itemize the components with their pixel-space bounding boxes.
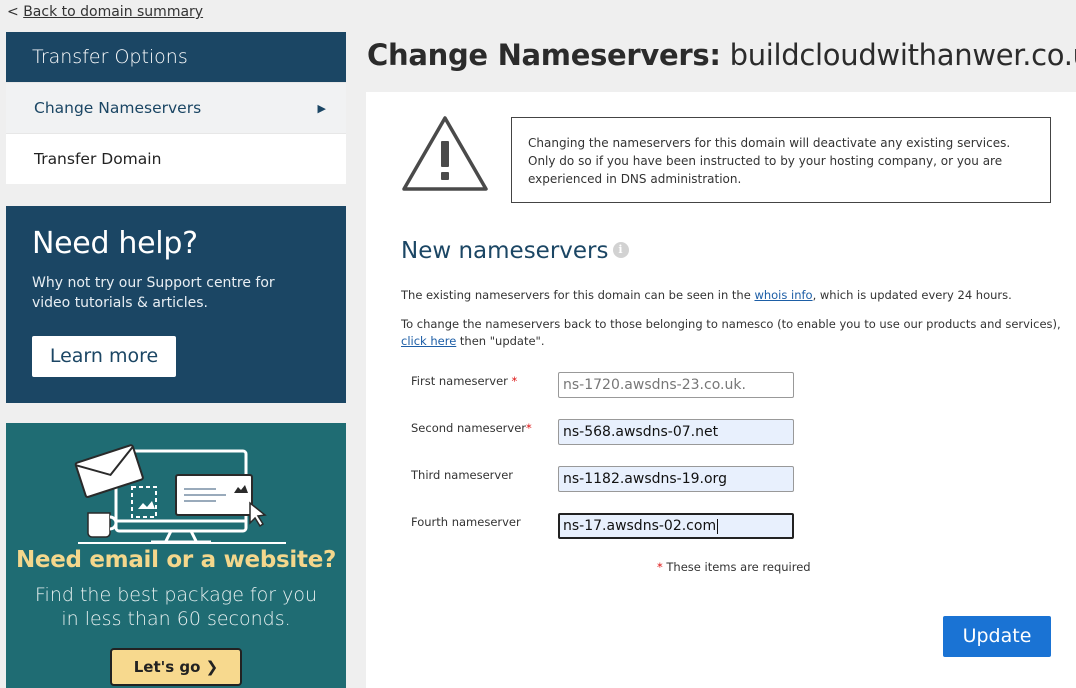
lets-go-label: Let's go [133,658,201,676]
back-link[interactable]: < Back to domain summary [7,4,203,20]
update-button[interactable]: Update [943,616,1051,657]
reset-before: To change the nameservers back to those … [401,317,1061,331]
sidebar-item-change-nameservers[interactable]: Change Nameservers ▶ [6,82,346,133]
third-nameserver-label: Third nameserver [411,468,514,482]
required-mark: * [657,560,663,574]
warning-message: Changing the nameservers for this domain… [511,117,1051,203]
promo-line-2: in less than 60 seconds. [61,608,291,630]
chevron-right-icon: ❯ [205,658,219,676]
fourth-nameserver-row: Fourth nameserver ns-17.awsdns-02.com [411,513,811,541]
learn-more-button[interactable]: Learn more [32,336,176,377]
sidebar-item-transfer-domain[interactable]: Transfer Domain [6,133,346,184]
nameservers-heading-text: New nameservers [401,238,609,264]
page-title-domain: buildcloudwithanwer.co.uk [729,38,1076,72]
second-nameserver-input[interactable]: ns-568.awsdns-07.net [558,419,794,445]
fourth-nameserver-label: Fourth nameserver [411,515,521,529]
lets-go-button[interactable]: Let's go ❯ [110,648,242,686]
whois-intro-text: The existing nameservers for this domain… [401,287,1061,304]
info-icon[interactable]: i [612,242,629,258]
required-mark: * [526,421,532,435]
help-text: Why not try our Support centre for video… [32,275,275,311]
promo-line-1: Find the best package for you [35,584,317,606]
promo-box: Need email or a website? Find the best p… [6,423,346,688]
third-nameserver-row: Third nameserver ns-1182.awsdns-19.org [411,466,811,494]
main-panel: Changing the nameservers for this domain… [366,92,1076,688]
fourth-nameserver-input[interactable]: ns-17.awsdns-02.com [558,513,794,539]
back-prefix: < [7,4,19,20]
second-nameserver-label: Second nameserver* [411,421,532,435]
triangle-right-icon: ▶ [317,102,326,115]
reset-after: then "update". [456,334,545,348]
computer-envelope-illustration [74,444,286,544]
intro-after: , which is updated every 24 hours. [812,288,1012,302]
sidebar-item-label: Transfer Domain [34,150,162,168]
warning-icon [402,116,488,191]
page-title-prefix: Change Nameservers: [367,38,721,72]
first-nameserver-label: First nameserver * [411,374,517,388]
reset-nameservers-text: To change the nameservers back to those … [401,316,1061,350]
required-note: * These items are required [657,560,811,574]
required-mark: * [511,374,518,388]
promo-subtitle: Find the best package for you in less th… [6,583,346,631]
nameservers-heading: New nameservers i [401,238,629,264]
second-nameserver-row: Second nameserver* ns-568.awsdns-07.net [411,419,811,447]
help-title: Need help? [32,226,198,261]
first-nameserver-input[interactable]: ns-1720.awsdns-23.co.uk. [558,372,794,398]
text-caret [717,518,719,534]
back-to-domain-summary-link[interactable]: Back to domain summary [23,4,203,20]
promo-title: Need email or a website? [15,547,337,573]
field-label-text: Second nameserver [411,421,526,435]
field-label-text: First nameserver [411,374,508,388]
intro-before: The existing nameservers for this domain… [401,288,755,302]
click-here-link[interactable]: click here [401,334,456,348]
help-box: Need help? Why not try our Support centr… [6,206,346,403]
third-nameserver-input[interactable]: ns-1182.awsdns-19.org [558,466,794,492]
sidebar-menu: Transfer Options Change Nameservers ▶ Tr… [6,32,346,184]
sidebar-item-label: Change Nameservers [34,99,202,117]
page-title: Change Nameservers: buildcloudwithanwer.… [367,38,1076,72]
whois-info-link[interactable]: whois info [754,288,812,302]
required-note-text: These items are required [666,560,811,574]
first-nameserver-row: First nameserver * ns-1720.awsdns-23.co.… [411,372,811,400]
fourth-nameserver-value: ns-17.awsdns-02.com [563,518,717,534]
sidebar-heading: Transfer Options [6,32,346,82]
